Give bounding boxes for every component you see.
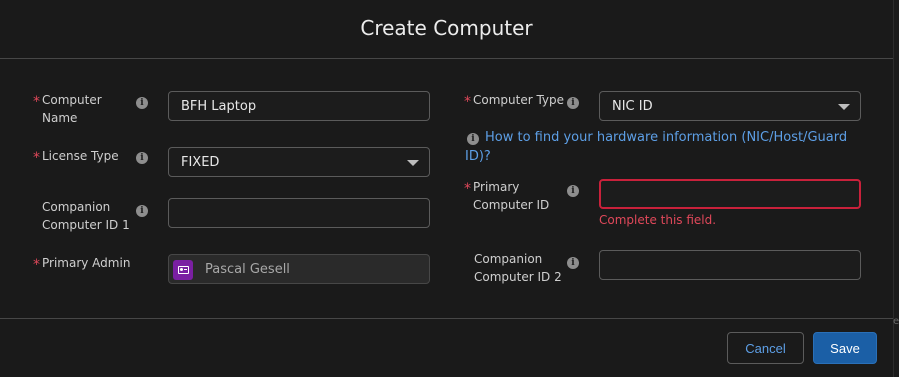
- primary-admin-value: Pascal Gesell: [205, 261, 290, 277]
- chevron-down-icon: [838, 104, 850, 110]
- required-marker: *: [33, 257, 40, 273]
- primary-admin-label: Primary Admin: [42, 256, 131, 270]
- companion-computer-id-2-input[interactable]: [599, 250, 861, 280]
- required-marker: *: [464, 94, 471, 110]
- user-card-icon: [173, 260, 193, 280]
- companion-1-label-line2: Computer ID 1: [42, 218, 130, 232]
- modal-header: Create Computer: [0, 0, 893, 59]
- help-link-line2: ID)?: [465, 149, 491, 164]
- primary-admin-input[interactable]: Pascal Gesell: [168, 254, 430, 284]
- info-icon[interactable]: i: [567, 185, 579, 197]
- cancel-button[interactable]: Cancel: [727, 332, 804, 364]
- hardware-info-help-link[interactable]: How to find your hardware information (N…: [485, 128, 860, 148]
- footer-divider: [0, 318, 893, 319]
- primary-computer-id-error: Complete this field.: [599, 213, 717, 227]
- computer-name-label-line2: Name: [42, 111, 78, 125]
- info-icon[interactable]: i: [136, 152, 148, 164]
- companion-2-label-line2: Computer ID 2: [474, 270, 562, 284]
- required-marker: *: [33, 150, 40, 166]
- info-icon[interactable]: i: [567, 257, 579, 269]
- computer-name-value: BFH Laptop: [181, 98, 257, 114]
- chevron-down-icon: [407, 160, 419, 166]
- companion-1-label: Companion Computer ID 1: [42, 198, 130, 234]
- help-link-line1: How to find your hardware information (N…: [485, 130, 848, 145]
- computer-type-label: Computer Type: [473, 93, 565, 107]
- computer-type-value: NIC ID: [612, 98, 653, 114]
- info-icon: i: [467, 133, 479, 145]
- computer-name-input[interactable]: BFH Laptop: [168, 91, 430, 121]
- required-marker: *: [33, 94, 40, 110]
- computer-name-label: Computer Name: [42, 91, 102, 127]
- license-type-label: License Type: [42, 149, 119, 163]
- required-marker: *: [464, 181, 471, 197]
- computer-name-label-line1: Computer: [42, 93, 102, 107]
- info-icon[interactable]: i: [136, 205, 148, 217]
- companion-2-label-line1: Companion: [474, 252, 543, 266]
- primary-computer-id-input[interactable]: [599, 179, 861, 209]
- license-type-select[interactable]: FIXED: [168, 147, 430, 177]
- background-edge-text: e: [893, 316, 899, 327]
- modal-title: Create Computer: [360, 16, 533, 40]
- create-computer-modal: Create Computer * Computer Name i BFH La…: [0, 0, 894, 377]
- info-icon[interactable]: i: [136, 97, 148, 109]
- companion-2-label: Companion Computer ID 2: [474, 250, 562, 286]
- info-icon[interactable]: i: [567, 97, 579, 109]
- companion-computer-id-1-input[interactable]: [168, 198, 430, 228]
- hardware-info-help-link-cont[interactable]: ID)?: [465, 147, 491, 167]
- save-button[interactable]: Save: [813, 332, 877, 364]
- primary-computer-id-label-line2: Computer ID: [473, 198, 550, 212]
- computer-type-select[interactable]: NIC ID: [599, 91, 861, 121]
- license-type-value: FIXED: [181, 154, 220, 170]
- primary-computer-id-label-line1: Primary: [473, 180, 520, 194]
- companion-1-label-line1: Companion: [42, 200, 111, 214]
- primary-computer-id-label: Primary Computer ID: [473, 178, 549, 214]
